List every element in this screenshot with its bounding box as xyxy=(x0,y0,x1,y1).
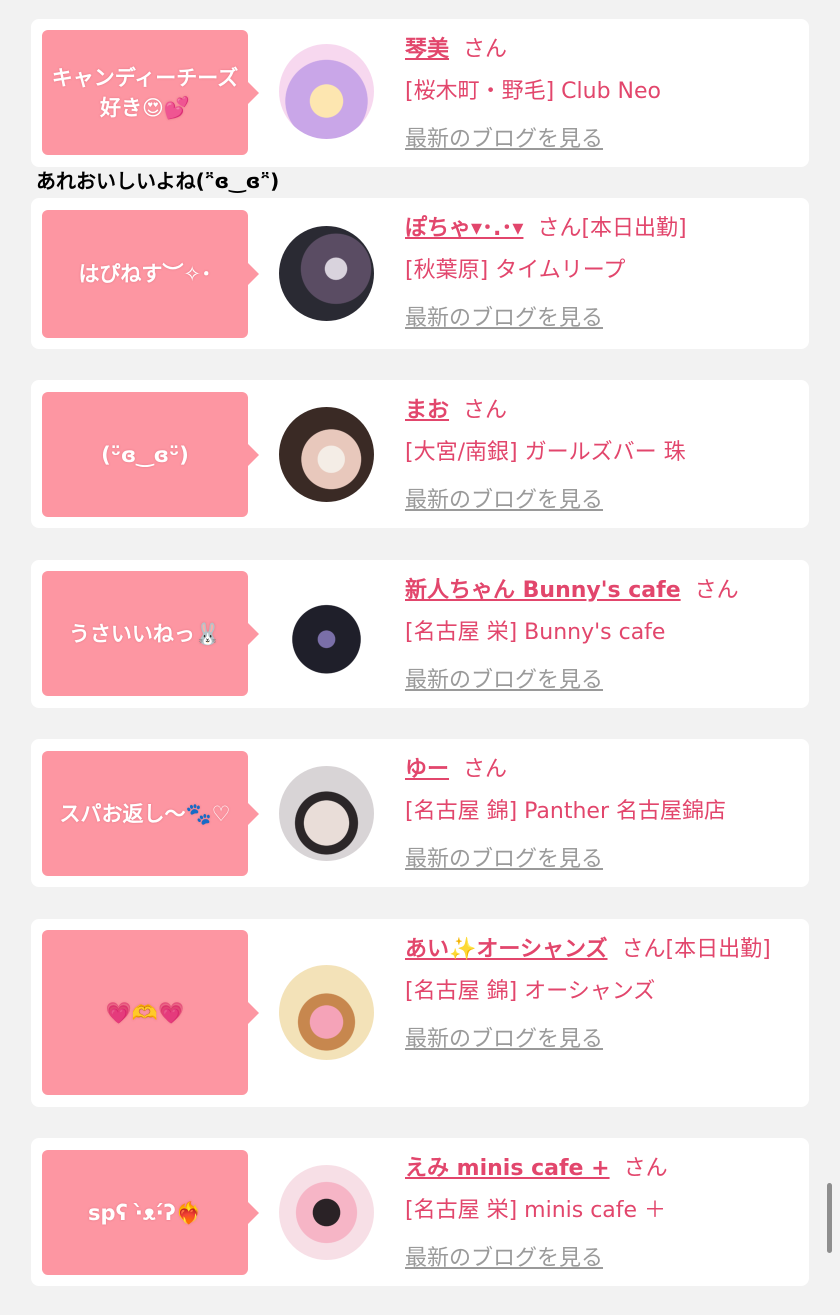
bubble-text: はぴねす︶✧･ xyxy=(78,262,212,286)
cast-card: はぴねす︶✧･ ぽちゃ▾･.･▾ さん[本日出勤] [秋葉原] タイムリープ 最新… xyxy=(31,198,809,349)
bubble-text: spʕ ·̀ᴥ·́ʔ❤️‍🔥 xyxy=(88,1200,202,1225)
avatar[interactable] xyxy=(279,965,374,1060)
blog-link[interactable]: 最新のブログを見る xyxy=(405,1238,797,1280)
bubble-text: (ᵕ̈ɞ‿ɞᵕ̈) xyxy=(101,442,189,467)
blog-link[interactable]: 最新のブログを見る xyxy=(405,119,797,161)
bubble-text: 💗🫶💗 xyxy=(105,1000,185,1025)
cast-name-link[interactable]: 琴美 xyxy=(405,37,449,62)
comment-bubble: スパお返し〜🐾♡ xyxy=(42,751,259,876)
comment-bubble: 💗🫶💗 xyxy=(42,930,259,1095)
avatar[interactable] xyxy=(279,587,374,682)
shop-name: [桜木町・野毛] Club Neo xyxy=(405,79,661,104)
overlay-comment: あれおいしいよね(ᵔ̈ɞ‿ɞᵔ̈) xyxy=(36,169,280,193)
bubble-text: キャンディーチーズ好き😍💕 xyxy=(51,65,239,120)
cast-name-link[interactable]: ぽちゃ▾･.･▾ xyxy=(405,216,523,241)
comment-bubble: うさいいねっ🐰 xyxy=(42,571,259,696)
cast-name-link[interactable]: ゆー xyxy=(405,757,449,782)
blog-link[interactable]: 最新のブログを見る xyxy=(405,298,797,340)
blog-link[interactable]: 最新のブログを見る xyxy=(405,480,797,522)
status-text: [本日出勤] xyxy=(665,937,771,962)
scrollbar[interactable] xyxy=(827,1183,832,1253)
cast-card: うさいいねっ🐰 新人ちゃん Bunny's cafe さん [名古屋 栄] Bun… xyxy=(31,560,809,708)
comment-bubble: (ᵕ̈ɞ‿ɞᵕ̈) xyxy=(42,392,259,517)
cast-name-link[interactable]: 新人ちゃん Bunny's cafe xyxy=(405,578,681,603)
avatar[interactable] xyxy=(279,226,374,321)
avatar[interactable] xyxy=(279,44,374,139)
cast-name-link[interactable]: まお xyxy=(405,398,449,423)
comment-bubble: キャンディーチーズ好き😍💕 xyxy=(42,30,259,155)
bubble-text: スパお返し〜🐾♡ xyxy=(59,801,231,826)
comment-bubble: spʕ ·̀ᴥ·́ʔ❤️‍🔥 xyxy=(42,1150,259,1275)
honorific: さん xyxy=(463,37,508,62)
status-text: [本日出勤] xyxy=(581,216,687,241)
honorific: さん xyxy=(537,216,582,241)
honorific: さん xyxy=(623,1156,668,1181)
blog-link[interactable]: 最新のブログを見る xyxy=(405,1019,797,1061)
shop-name: [秋葉原] タイムリープ xyxy=(405,258,626,283)
honorific: さん xyxy=(621,937,666,962)
avatar[interactable] xyxy=(279,407,374,502)
cast-name-link[interactable]: あい✨オーシャンズ xyxy=(405,937,608,962)
avatar[interactable] xyxy=(279,766,374,861)
cast-card: キャンディーチーズ好き😍💕 琴美 さん [桜木町・野毛] Club Neo 最新の… xyxy=(31,19,809,167)
shop-name: [名古屋 栄] Bunny's cafe xyxy=(405,620,666,645)
honorific: さん xyxy=(463,757,508,782)
shop-name: [名古屋 錦] オーシャンズ xyxy=(405,979,656,1004)
cast-card: 💗🫶💗 あい✨オーシャンズ さん[本日出勤] [名古屋 錦] オーシャンズ 最新の… xyxy=(31,919,809,1107)
shop-name: [名古屋 栄] minis cafe ＋ xyxy=(405,1198,667,1223)
avatar[interactable] xyxy=(279,1165,374,1260)
cast-card: スパお返し〜🐾♡ ゆー さん [名古屋 錦] Panther 名古屋錦店 最新のブ… xyxy=(31,739,809,887)
cast-name-link[interactable]: えみ minis cafe + xyxy=(405,1156,610,1181)
comment-bubble: はぴねす︶✧･ xyxy=(42,210,259,338)
shop-name: [名古屋 錦] Panther 名古屋錦店 xyxy=(405,799,726,824)
honorific: さん xyxy=(463,398,508,423)
honorific: さん xyxy=(694,578,739,603)
shop-name: [大宮/南銀] ガールズバー 珠 xyxy=(405,440,686,465)
bubble-text: うさいいねっ🐰 xyxy=(68,621,222,646)
cast-card: (ᵕ̈ɞ‿ɞᵕ̈) まお さん [大宮/南銀] ガールズバー 珠 最新のブログを見… xyxy=(31,380,809,528)
blog-link[interactable]: 最新のブログを見る xyxy=(405,839,797,881)
blog-link[interactable]: 最新のブログを見る xyxy=(405,660,797,702)
cast-card: spʕ ·̀ᴥ·́ʔ❤️‍🔥 えみ minis cafe + さん [名古屋 栄]… xyxy=(31,1138,809,1286)
